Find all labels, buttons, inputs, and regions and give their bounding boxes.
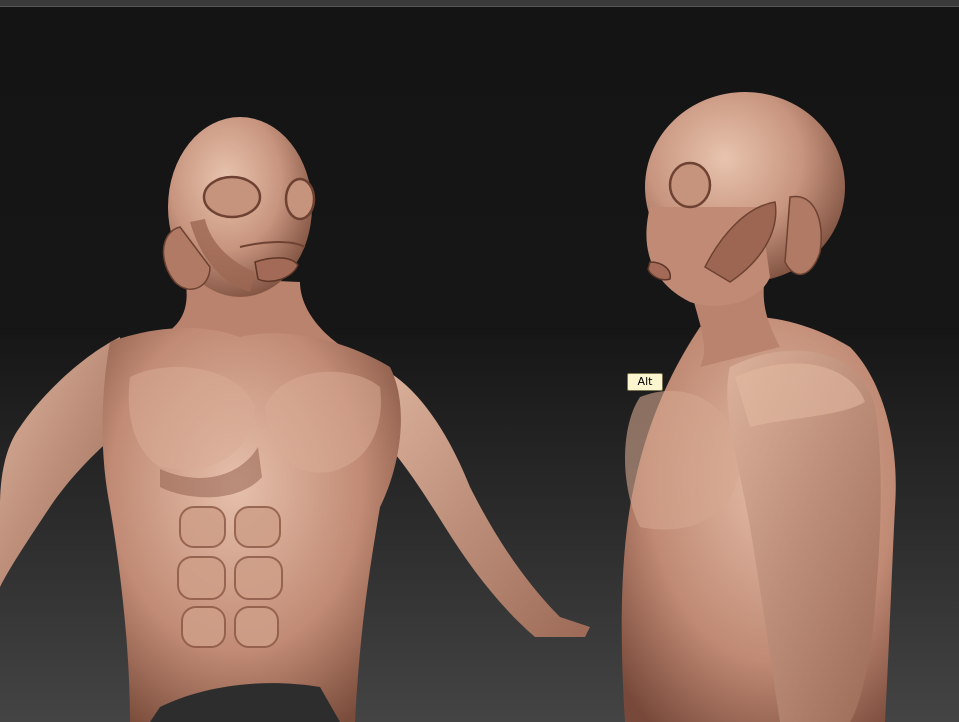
3d-viewport-canvas[interactable]: Alt (0, 7, 959, 722)
front-view-model[interactable] (0, 117, 590, 722)
top-toolbar-strip (0, 0, 959, 7)
side-view-model[interactable] (621, 92, 896, 722)
sculpt-app-window: Alt (0, 0, 959, 722)
alt-key-tooltip: Alt (627, 373, 663, 391)
